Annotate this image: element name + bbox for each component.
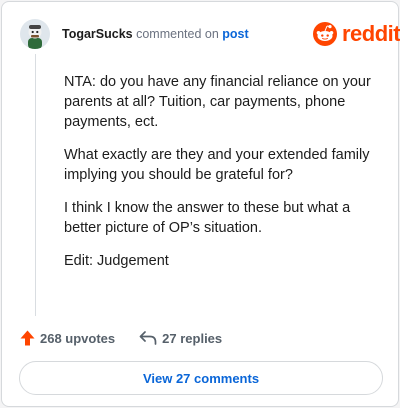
upvote-arrow-icon xyxy=(20,330,35,346)
comment-actions: 268 upvotes 27 replies xyxy=(20,329,222,347)
view-comments-button[interactable]: View 27 comments xyxy=(19,361,383,395)
commented-on-label: commented on xyxy=(136,27,219,41)
comment-paragraph: I think I know the answer to these but w… xyxy=(64,200,351,236)
avatar-icon xyxy=(20,19,50,49)
comment-card: TogarSucks commented on post reddit NTA:… xyxy=(1,1,400,407)
comment-paragraph: Edit: Judgement xyxy=(64,253,169,269)
comment-body: NTA: do you have any financial reliance … xyxy=(64,72,382,284)
avatar[interactable] xyxy=(20,19,50,49)
username[interactable]: TogarSucks xyxy=(62,27,133,41)
reply-arrow-icon xyxy=(139,331,157,345)
reply-count: 27 replies xyxy=(162,330,223,346)
comment-paragraph: What exactly are they and your extended … xyxy=(64,147,370,183)
upvote-button[interactable]: 268 upvotes xyxy=(20,330,115,346)
replies-button[interactable]: 27 replies xyxy=(139,331,222,346)
reddit-logo[interactable]: reddit xyxy=(312,22,400,46)
reddit-wordmark: reddit xyxy=(342,21,400,46)
thread-line xyxy=(35,54,36,316)
comment-paragraph: NTA: do you have any financial reliance … xyxy=(64,74,371,130)
reddit-snoo-icon xyxy=(313,22,337,46)
upvote-count: 268 upvotes xyxy=(40,330,116,346)
post-link[interactable]: post xyxy=(222,27,248,41)
comment-header: TogarSucks commented on post xyxy=(62,27,249,41)
